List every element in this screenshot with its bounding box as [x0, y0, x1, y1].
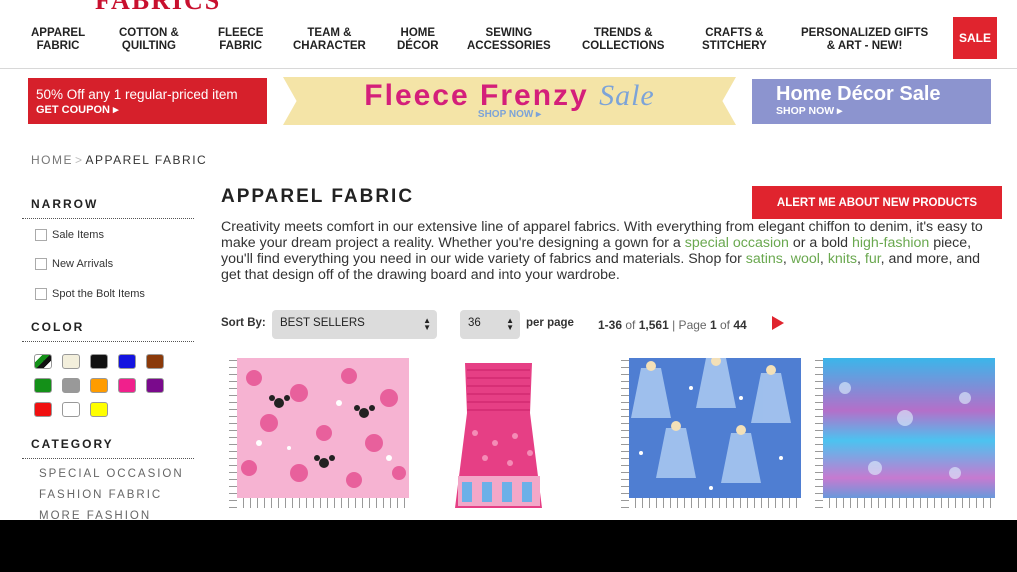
product-image-tie-dye-fabric[interactable] [815, 358, 995, 508]
main-nav: APPAREL FABRIC COTTON & QUILTING FLEECE … [0, 17, 1017, 69]
intro-link[interactable]: high-fashion [852, 235, 929, 251]
fleece-banner-title: Fleece Frenzy Sale [364, 79, 655, 112]
ruler [621, 498, 801, 508]
intro-text: , [819, 251, 828, 267]
page: FABRICS APPAREL FABRIC COTTON & QUILTING… [0, 0, 1017, 520]
checkbox[interactable] [35, 229, 47, 241]
ruler [621, 358, 629, 508]
nav-crafts-stitchery[interactable]: CRAFTS & STITCHERY [702, 27, 767, 53]
nav-personalized-gifts[interactable]: PERSONALIZED GIFTS & ART - NEW! [801, 27, 928, 53]
product-card[interactable] [229, 358, 409, 508]
ruler [815, 358, 823, 508]
breadcrumb-current: APPAREL FABRIC [85, 153, 208, 167]
results-summary: 1-36 of 1,561 | Page 1 of 44 [598, 318, 747, 332]
color-swatch[interactable] [34, 354, 52, 369]
sort-select[interactable]: BEST SELLERS ▲ ▼ [272, 310, 437, 339]
per-page-value: 36 [468, 317, 481, 329]
nav-sale-button[interactable]: SALE [953, 17, 997, 59]
intro-link[interactable]: fur [865, 251, 881, 267]
product-image-blue-frozen-fabric[interactable] [621, 358, 801, 508]
ruler [229, 498, 409, 508]
color-swatch[interactable] [90, 402, 108, 417]
breadcrumb-separator: > [75, 153, 84, 167]
decor-banner-title: Home Décor Sale [776, 83, 941, 105]
color-swatch[interactable] [90, 354, 108, 369]
breadcrumb-home[interactable]: HOME [31, 153, 73, 167]
color-heading: COLOR [31, 320, 85, 334]
home-decor-banner[interactable]: Home Décor Sale SHOP NOW ▸ [752, 79, 991, 124]
fleece-banner-sale-script: Sale [599, 79, 655, 112]
nav-sewing-accessories[interactable]: SEWING ACCESSORIES [467, 27, 551, 53]
site-logo[interactable]: FABRICS [95, 0, 221, 16]
product-card[interactable] [815, 358, 995, 508]
intro-text: , [856, 251, 865, 267]
color-swatch[interactable] [90, 378, 108, 393]
product-card[interactable] [621, 358, 801, 508]
sort-label: Sort By: [221, 317, 266, 329]
intro-link[interactable]: knits [828, 251, 857, 267]
select-arrows-icon: ▲ ▼ [423, 316, 431, 332]
per-page-select[interactable]: 36 ▲ ▼ [460, 310, 520, 339]
next-page-arrow-icon[interactable] [772, 316, 784, 330]
color-swatch[interactable] [62, 378, 80, 393]
category-divider [22, 458, 194, 459]
narrow-heading: NARROW [31, 197, 99, 211]
intro-link[interactable]: wool [791, 251, 820, 267]
product-image-pink-minnie-fabric[interactable] [229, 358, 409, 508]
color-swatch[interactable] [34, 402, 52, 417]
per-page-label: per page [526, 317, 574, 329]
sort-select-value: BEST SELLERS [280, 317, 365, 329]
select-arrows-icon: ▲ ▼ [506, 316, 514, 332]
ruler [229, 358, 237, 508]
product-image-pink-tube-dress[interactable] [450, 358, 630, 508]
intro-text: or a bold [788, 235, 852, 251]
nav-cotton-quilting[interactable]: COTTON & QUILTING [119, 27, 179, 53]
product-card[interactable] [450, 358, 630, 508]
color-swatch[interactable] [34, 378, 52, 393]
color-swatch[interactable] [146, 354, 164, 369]
intro-text: , [782, 251, 791, 267]
filter-new-arrivals[interactable]: New Arrivals [35, 258, 113, 270]
nav-trends-collections[interactable]: TRENDS & COLLECTIONS [582, 27, 664, 53]
alert-new-products-button[interactable]: ALERT ME ABOUT NEW PRODUCTS [752, 186, 1002, 219]
get-coupon-link[interactable]: GET COUPON ▸ [36, 103, 259, 116]
intro-link[interactable]: special occasion [685, 235, 789, 251]
filter-sale-items[interactable]: Sale Items [35, 229, 104, 241]
category-more-fashion[interactable]: MORE FASHION [39, 510, 151, 520]
color-swatch[interactable] [146, 378, 164, 393]
category-special-occasion[interactable]: SPECIAL OCCASION [39, 468, 184, 480]
color-swatch[interactable] [118, 354, 136, 369]
coupon-banner[interactable]: 50% Off any 1 regular-priced item GET CO… [28, 78, 267, 124]
coupon-headline: 50% Off any 1 regular-priced item [36, 87, 238, 102]
ruler [815, 498, 995, 508]
nav-fleece-fabric[interactable]: FLEECE FABRIC [218, 27, 263, 53]
nav-home-decor[interactable]: HOME DÉCOR [397, 27, 439, 53]
intro-link[interactable]: satins [746, 251, 783, 267]
color-swatch[interactable] [62, 402, 80, 417]
page-title: APPAREL FABRIC [221, 186, 415, 207]
color-divider [22, 341, 194, 342]
fleece-shop-now-link[interactable]: SHOP NOW ▸ [283, 109, 736, 120]
filter-spot-the-bolt[interactable]: Spot the Bolt Items [35, 288, 145, 300]
decor-shop-now-link[interactable]: SHOP NOW ▸ [776, 105, 967, 117]
fleece-frenzy-banner[interactable]: Fleece Frenzy Sale SHOP NOW ▸ [283, 77, 736, 125]
narrow-divider [22, 218, 194, 219]
checkbox[interactable] [35, 258, 47, 270]
color-swatch[interactable] [62, 354, 80, 369]
nav-team-character[interactable]: TEAM & CHARACTER [293, 27, 366, 53]
intro-paragraph: Creativity meets comfort in our extensiv… [221, 219, 991, 283]
breadcrumb: HOME > APPAREL FABRIC [31, 153, 207, 167]
category-heading: CATEGORY [31, 437, 114, 451]
color-swatch[interactable] [118, 378, 136, 393]
category-fashion-fabric[interactable]: FASHION FABRIC [39, 489, 162, 501]
checkbox[interactable] [35, 288, 47, 300]
nav-apparel-fabric[interactable]: APPAREL FABRIC [31, 27, 85, 53]
